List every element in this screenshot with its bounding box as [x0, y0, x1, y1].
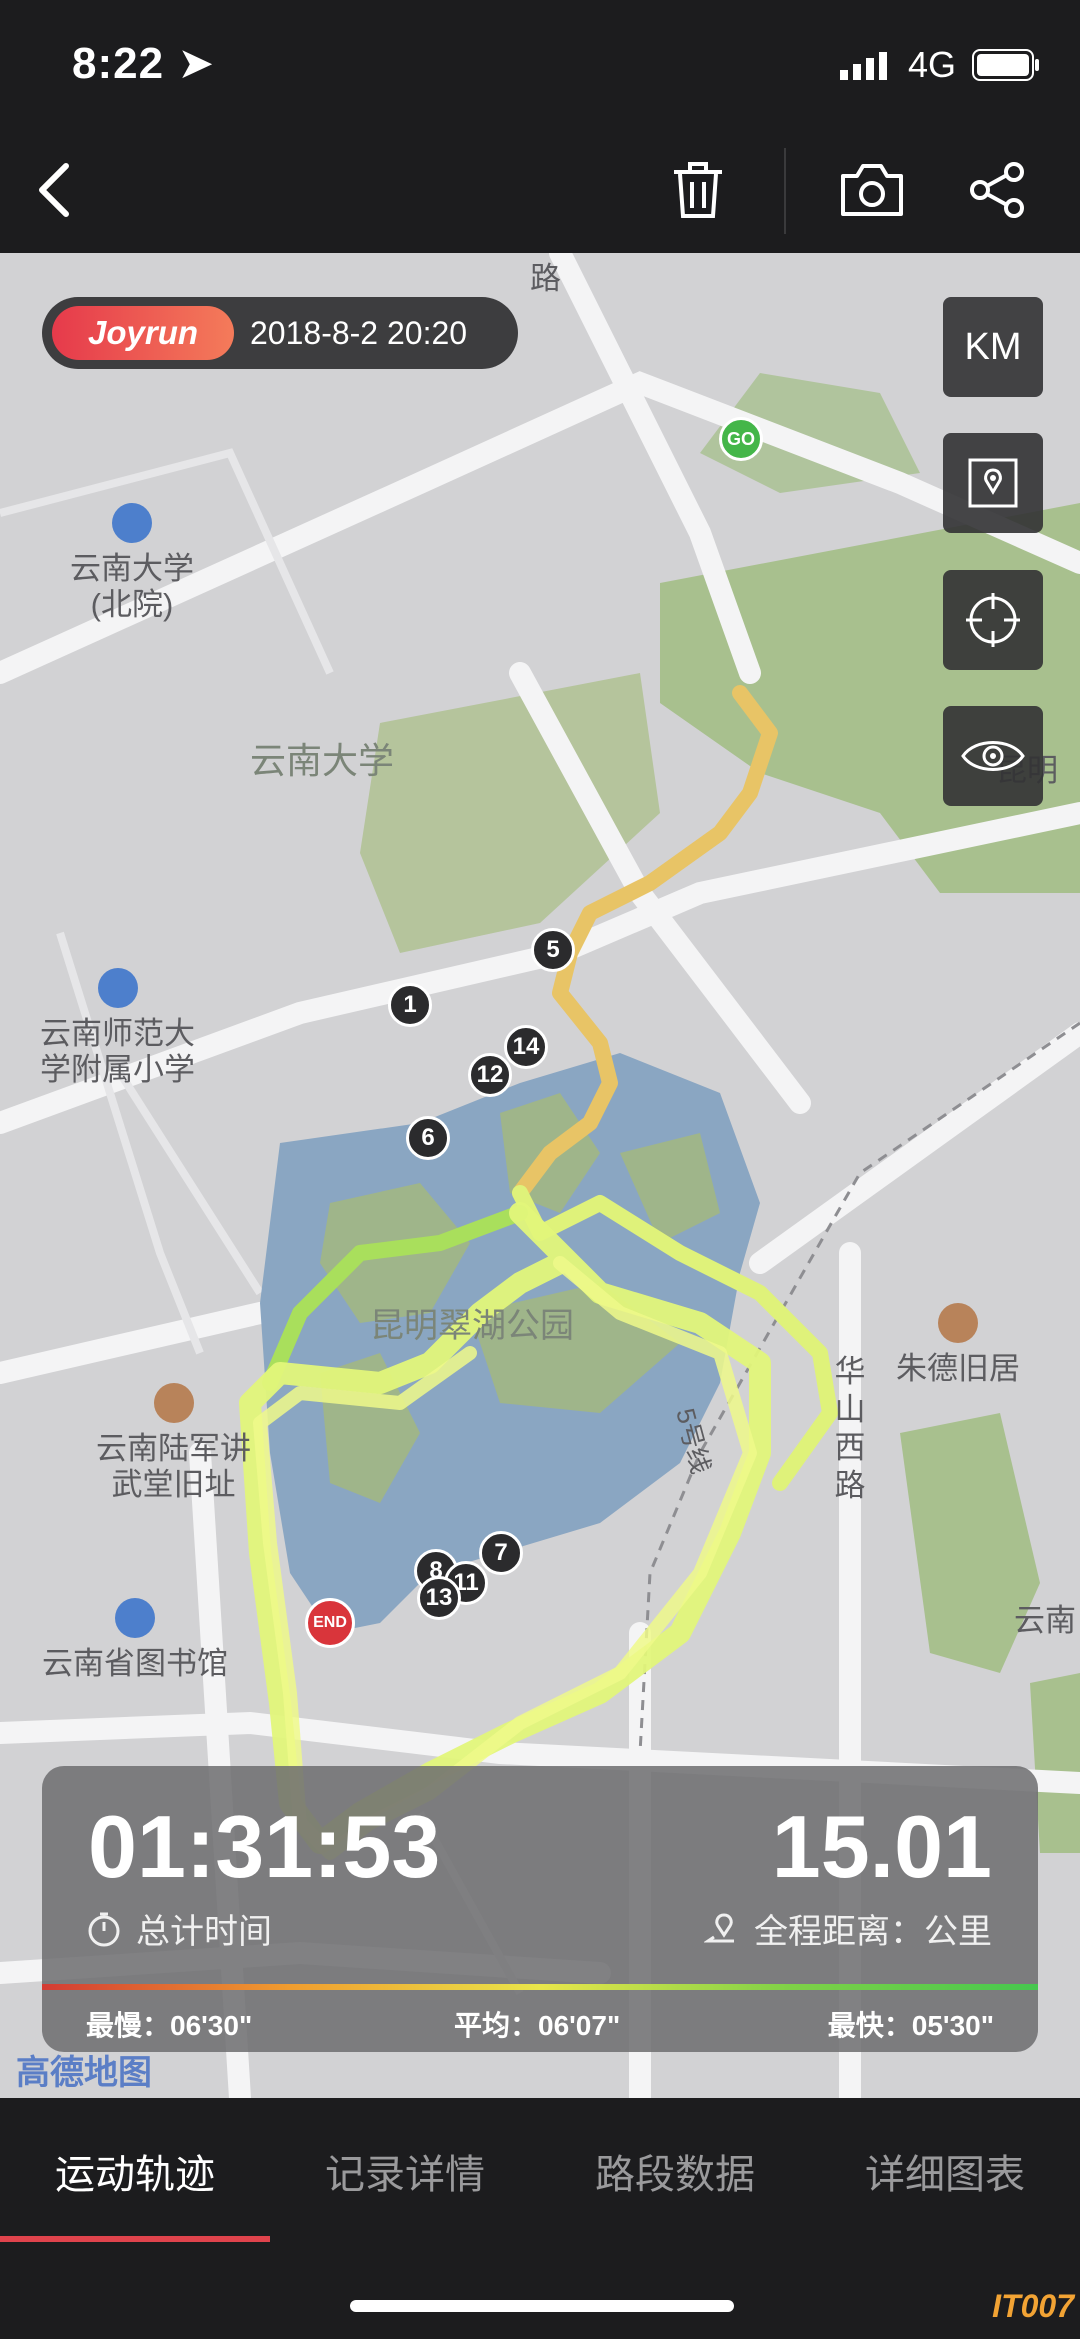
label-military-school: 云南陆军讲 武堂旧址: [96, 1383, 251, 1503]
location-pin-icon: [704, 1912, 734, 1942]
museum-icon: [153, 1383, 194, 1423]
chevron-left-icon: [39, 163, 69, 217]
map-pin-icon: [968, 458, 1018, 508]
label-huashan-road: 华 山 西 路: [834, 1354, 866, 1503]
distance-label: 全程距离：公里: [754, 1913, 992, 1951]
locate-button[interactable]: [943, 570, 1043, 670]
signal-icon: [839, 52, 887, 80]
map-attribution: 高德地图: [16, 2054, 152, 2092]
km-marker-5[interactable]: 5: [531, 928, 575, 972]
timer-icon: [88, 1912, 120, 1946]
crosshair-icon: [966, 593, 1020, 647]
trash-icon: [674, 162, 722, 218]
label-zhude: 朱德旧居: [896, 1303, 1020, 1387]
distance-value: 15.01: [771, 1797, 992, 1896]
battery-icon: [972, 49, 1039, 81]
distance-label-row: 全程距离：公里: [704, 1904, 992, 1953]
duration-label-row: 总计时间: [86, 1904, 272, 1953]
eye-icon: [961, 741, 1025, 771]
slowest-pace: 最慢：06'30": [86, 2010, 253, 2041]
label-yunnan-univ: 云南大学: [250, 740, 395, 781]
active-tab-indicator: [0, 2236, 270, 2242]
duration-label: 总计时间: [136, 1913, 272, 1951]
label-yunnan-univ-north: 云南大学 (北院): [70, 503, 194, 623]
km-marker-1[interactable]: 1: [388, 983, 432, 1027]
bottom-tab-bar: 运动轨迹 记录详情 路段数据 详细图表: [0, 2098, 1080, 2246]
status-indicators: 4G: [839, 44, 1040, 86]
run-datetime: 2018-8-2 20:20: [250, 314, 468, 351]
label-road-top: 路: [530, 261, 561, 296]
pace-gradient-bar: [42, 1984, 1038, 1990]
km-marker-12[interactable]: 12: [468, 1053, 512, 1097]
home-indicator[interactable]: [350, 2300, 734, 2312]
run-date-badge: Joyrun 2018-8-2 20:20: [42, 297, 518, 369]
duration-value: 01:31:53: [88, 1797, 441, 1896]
visibility-button[interactable]: [943, 706, 1043, 806]
tab-route[interactable]: 运动轨迹: [0, 2142, 270, 2200]
camera-icon: [841, 164, 903, 216]
start-marker[interactable]: GO: [719, 417, 763, 461]
camera-button[interactable]: [832, 150, 912, 230]
label-normal-school: 云南师范大 学附属小学: [40, 968, 195, 1088]
label-library: 云南省图书馆: [42, 1598, 228, 1682]
fastest-pace: 最快：05'30": [827, 2010, 994, 2041]
unit-label: KM: [964, 325, 1022, 368]
share-icon: [970, 162, 1024, 218]
label-yunnan-right: 云南: [1014, 1603, 1076, 1638]
share-button[interactable]: [958, 150, 1038, 230]
km-marker-6[interactable]: 6: [406, 1116, 450, 1160]
museum-icon: [938, 1303, 978, 1343]
back-button[interactable]: [14, 150, 94, 230]
end-marker[interactable]: END: [305, 1598, 355, 1648]
top-toolbar: [0, 130, 1080, 253]
watermark: IT007: [992, 2288, 1074, 2324]
map-layer-button[interactable]: [943, 433, 1043, 533]
status-time: 8:22 ➤: [72, 39, 216, 88]
km-marker-14[interactable]: 14: [504, 1025, 548, 1069]
km-marker-7[interactable]: 7: [479, 1531, 523, 1575]
school-icon: [97, 968, 138, 1008]
run-stats-panel: 01:31:53 15.01 总计时间 全程距离：公里 最慢：06'30" 平均…: [42, 1766, 1038, 2052]
km-marker-13[interactable]: 13: [417, 1576, 461, 1620]
school-icon: [112, 503, 152, 543]
delete-button[interactable]: [658, 150, 738, 230]
status-bar: 8:22 ➤ 4G: [0, 0, 1080, 130]
library-icon: [115, 1598, 155, 1638]
label-park: 昆明翠湖公园: [370, 1307, 574, 1345]
location-arrow-icon: ➤: [177, 39, 216, 88]
average-pace: 平均：06'07": [454, 2010, 621, 2041]
network-type: 4G: [907, 44, 956, 85]
tab-segment-data[interactable]: 路段数据: [540, 2142, 810, 2200]
unit-toggle-button[interactable]: KM: [943, 297, 1043, 397]
joyrun-logo: Joyrun: [52, 306, 234, 360]
tab-record-details[interactable]: 记录详情: [270, 2142, 540, 2200]
toolbar-divider: [784, 148, 786, 234]
tab-detailed-charts[interactable]: 详细图表: [810, 2142, 1080, 2200]
